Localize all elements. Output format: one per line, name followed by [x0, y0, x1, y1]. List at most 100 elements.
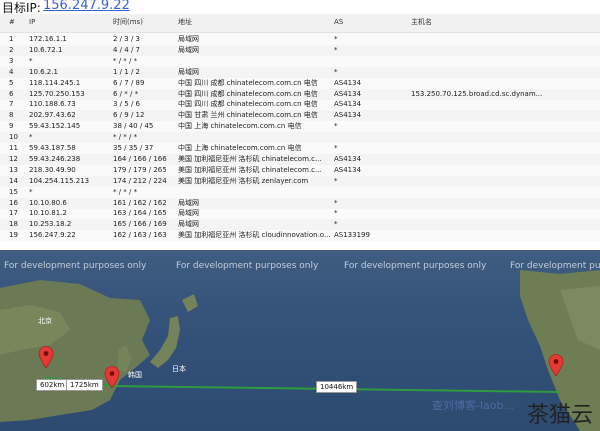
- map-pin-icon[interactable]: [38, 346, 54, 368]
- map-watermark: For development purposes only: [176, 261, 319, 271]
- table-cell: 10.10.81.2: [29, 209, 67, 218]
- table-row[interactable]: 17 10.10.81.2 163 / 164 / 165 局域网 *: [0, 208, 600, 219]
- table-row[interactable]: 9 59.43.152.145 38 / 40 / 45 中国 上海 chinatel…: [0, 121, 600, 132]
- place-label-beijing: 北京: [38, 317, 52, 325]
- table-row[interactable]: 3 * * / * / *: [0, 56, 600, 67]
- table-cell: 局域网: [178, 45, 199, 54]
- table-cell: 7: [9, 100, 14, 109]
- target-ip-bar: 目标IP: 156.247.9.22: [0, 0, 600, 15]
- column-header[interactable]: 主机名: [411, 18, 597, 27]
- table-cell: 59.43.152.145: [29, 122, 81, 131]
- table-cell: 165 / 166 / 169: [113, 220, 167, 229]
- map-pin-icon[interactable]: [104, 366, 120, 388]
- table-cell: 2: [9, 45, 14, 54]
- table-cell: 中国 四川 成都 chinatelecom.com.cn 电信: [178, 100, 318, 109]
- table-cell: AS4134: [334, 89, 362, 98]
- table-cell: 161 / 162 / 162: [113, 198, 167, 207]
- table-cell: AS4134: [334, 165, 362, 174]
- table-row[interactable]: 11 59.43.187.58 35 / 35 / 37 中国 上海 chinatel…: [0, 143, 600, 154]
- table-cell: 美国 加利福尼亚州 洛杉矶 chinatelecom.c...: [178, 165, 322, 174]
- table-cell: 6 / 7 / 89: [113, 78, 145, 87]
- table-row[interactable]: 1 172.16.1.1 2 / 3 / 3 局域网 *: [0, 34, 600, 45]
- table-cell: 中国 上海 chinatelecom.com.cn 电信: [178, 122, 302, 131]
- table-cell: 局域网: [178, 35, 199, 43]
- table-cell: *: [29, 56, 33, 65]
- table-cell: 38 / 40 / 45: [113, 122, 154, 131]
- table-cell: 10: [9, 133, 18, 142]
- map-watermark: For development purposes only: [344, 261, 487, 271]
- table-cell: 14: [9, 176, 18, 185]
- column-header[interactable]: IP: [29, 18, 109, 27]
- table-cell: 1 / 1 / 2: [113, 67, 140, 76]
- table-row[interactable]: 16 10.10.80.6 161 / 162 / 162 局域网 *: [0, 197, 600, 209]
- distance-label: 602km: [36, 379, 69, 391]
- table-cell: *: [29, 187, 33, 196]
- table-cell: 218.30.49.90: [29, 165, 76, 174]
- table-cell: 172.16.1.1: [29, 35, 67, 43]
- table-row[interactable]: 14 104.254.115.213 174 / 212 / 224 美国 加利福尼亚…: [0, 175, 600, 187]
- table-cell: 153.250.70.125.broad.cd.sc.dynam...: [411, 89, 543, 98]
- table-cell: *: [334, 144, 338, 152]
- table-row[interactable]: 15 * * / * / *: [0, 187, 600, 198]
- table-row[interactable]: 19 156.247.9.22 162 / 163 / 163 美国 加利福尼亚州 洛…: [0, 230, 600, 241]
- traceroute-table: # IP 时间(ms) 地址 AS 主机名 1 172.16.1.1 2 / 3 /…: [0, 14, 600, 241]
- table-cell: *: [334, 67, 338, 76]
- table-cell: 中国 四川 成都 chinatelecom.com.cn 电信: [178, 89, 318, 98]
- column-header[interactable]: #: [9, 18, 23, 27]
- table-cell: 17: [9, 209, 18, 218]
- table-cell: 162 / 163 / 163: [113, 231, 167, 240]
- target-ip-link[interactable]: 156.247.9.22: [43, 0, 130, 13]
- table-row[interactable]: 7 110.188.6.73 3 / 5 / 6 中国 四川 成都 chinatele…: [0, 99, 600, 110]
- table-row[interactable]: 13 218.30.49.90 179 / 179 / 265 美国 加利福尼亚州 洛…: [0, 165, 600, 176]
- table-cell: 10.253.18.2: [29, 220, 72, 229]
- column-header[interactable]: AS: [334, 18, 404, 27]
- table-cell: 104.254.115.213: [29, 176, 90, 185]
- table-cell: 5: [9, 78, 14, 87]
- table-cell: 10.6.72.1: [29, 45, 63, 54]
- table-row[interactable]: 5 118.114.245.1 6 / 7 / 89 中国 四川 成都 chinate…: [0, 78, 600, 89]
- table-row[interactable]: 12 59.43.246.238 164 / 166 / 166 美国 加利福尼亚州 …: [0, 153, 600, 165]
- table-cell: 59.43.187.58: [29, 144, 76, 152]
- table-cell: *: [334, 45, 338, 54]
- table-row[interactable]: 4 10.6.2.1 1 / 1 / 2 局域网 *: [0, 66, 600, 78]
- table-cell: 中国 甘肃 兰州 chinatelecom.com.cn 电信: [178, 111, 318, 120]
- table-cell: AS133199: [334, 231, 370, 240]
- place-label-japan: 日本: [172, 365, 186, 373]
- section-divider: [0, 241, 600, 250]
- column-header[interactable]: 时间(ms): [113, 18, 175, 27]
- table-cell: AS4134: [334, 78, 362, 87]
- table-cell: 6 / 9 / 12: [113, 111, 145, 120]
- table-cell: 164 / 166 / 166: [113, 154, 167, 163]
- table-cell: 8: [9, 111, 14, 120]
- table-cell: 局域网: [178, 67, 199, 76]
- table-cell: 125.70.250.153: [29, 89, 85, 98]
- table-row[interactable]: 18 10.253.18.2 165 / 166 / 169 局域网 *: [0, 219, 600, 231]
- table-cell: 9: [9, 122, 14, 131]
- column-header[interactable]: 地址: [178, 18, 330, 27]
- table-row[interactable]: 6 125.70.250.153 6 / * / * 中国 四川 成都 chinate…: [0, 88, 600, 100]
- table-cell: 3 / 5 / 6: [113, 100, 140, 109]
- table-cell: 35 / 35 / 37: [113, 144, 154, 152]
- table-cell: *: [29, 133, 33, 142]
- table-row[interactable]: 10 * * / * / *: [0, 132, 600, 144]
- table-cell: 15: [9, 187, 18, 196]
- table-cell: 202.97.43.62: [29, 111, 76, 120]
- table-cell: 中国 上海 chinatelecom.com.cn 电信: [178, 144, 302, 152]
- table-cell: 10.6.2.1: [29, 67, 58, 76]
- table-cell: 4: [9, 67, 14, 76]
- table-cell: 13: [9, 165, 18, 174]
- table-cell: 局域网: [178, 209, 199, 218]
- brand-watermark: 茶猫云: [527, 403, 594, 428]
- table-cell: 179 / 179 / 265: [113, 165, 167, 174]
- table-cell: * / * / *: [113, 187, 138, 196]
- distance-label: 1725km: [66, 379, 103, 391]
- table-row[interactable]: 8 202.97.43.62 6 / 9 / 12 中国 甘肃 兰州 chinatel…: [0, 110, 600, 122]
- map-pin-icon[interactable]: [548, 354, 564, 376]
- table-cell: 12: [9, 154, 18, 163]
- table-cell: 4 / 4 / 7: [113, 45, 140, 54]
- table-row[interactable]: 2 10.6.72.1 4 / 4 / 7 局域网 *: [0, 44, 600, 56]
- table-cell: 19: [9, 231, 18, 240]
- table-cell: 6 / * / *: [113, 89, 139, 98]
- table-cell: 59.43.246.238: [29, 154, 81, 163]
- table-cell: 16: [9, 198, 18, 207]
